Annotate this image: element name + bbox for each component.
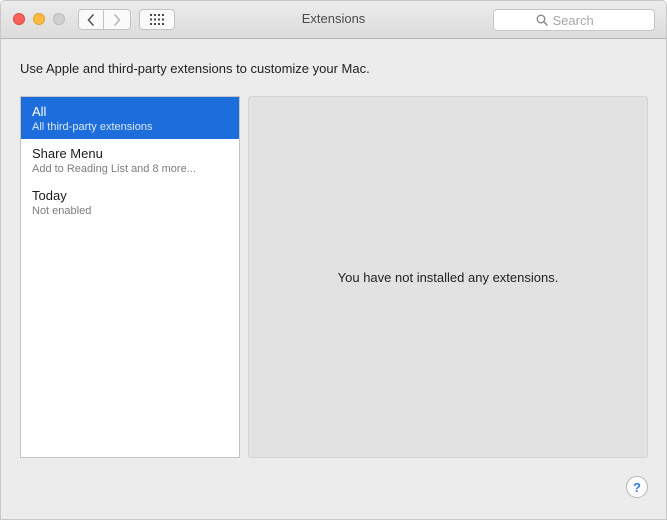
list-item-subtitle: Not enabled [32, 205, 92, 217]
search-input[interactable] [547, 12, 613, 28]
list-item-title: Share Menu [32, 146, 103, 161]
close-window-button[interactable] [13, 13, 25, 25]
navigation-group [78, 9, 131, 30]
list-item-title: All [32, 104, 47, 119]
help-button[interactable]: ? [626, 476, 648, 498]
grid-icon [150, 14, 164, 25]
search-field[interactable] [493, 9, 655, 31]
empty-state-message: You have not installed any extensions. [337, 269, 559, 285]
extension-category-list: All All third-party extensions Share Men… [20, 96, 240, 458]
list-item-title: Today [32, 188, 67, 203]
minimize-window-button[interactable] [33, 13, 45, 25]
list-item-subtitle: All third-party extensions [32, 121, 153, 133]
extension-detail-pane: You have not installed any extensions. [248, 96, 648, 458]
page-description: Use Apple and third-party extensions to … [20, 61, 370, 76]
zoom-window-button[interactable] [53, 13, 65, 25]
preferences-window: Extensions Use Apple and third-party ext… [0, 0, 667, 520]
list-item-share-menu[interactable]: Share Menu Add to Reading List and 8 mor… [21, 139, 239, 181]
chevron-right-icon [114, 13, 121, 26]
show-all-button[interactable] [139, 9, 175, 30]
back-button[interactable] [78, 9, 104, 30]
list-item-subtitle: Add to Reading List and 8 more... [32, 163, 196, 175]
search-icon [536, 14, 548, 26]
list-item-today[interactable]: Today Not enabled [21, 181, 239, 223]
list-item-all[interactable]: All All third-party extensions [21, 97, 239, 139]
forward-button[interactable] [104, 9, 131, 30]
chevron-left-icon [87, 13, 94, 26]
titlebar: Extensions [1, 1, 666, 39]
